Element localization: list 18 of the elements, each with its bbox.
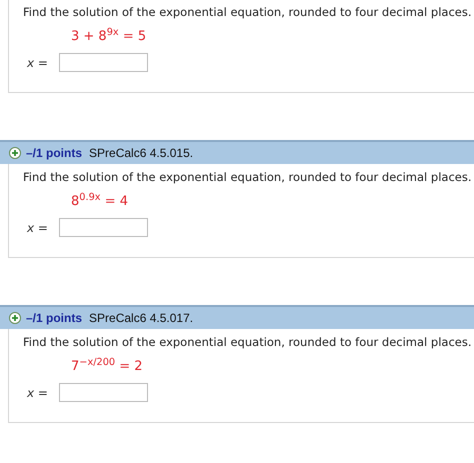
- equation: 8$^{0.9x}$ = 4: [71, 194, 128, 210]
- answer-label: x =: [27, 220, 49, 236]
- equation: 3 + 8$^{9x}$ = 5: [71, 29, 146, 45]
- plus-icon[interactable]: [9, 312, 21, 324]
- plus-icon[interactable]: [9, 147, 21, 159]
- answer-label: x =: [27, 384, 49, 402]
- answer-field[interactable]: [59, 53, 148, 72]
- points-label: –/1 points: [26, 145, 82, 162]
- question-text: Find the solution of the exponential equation, rounded to four decimal places.: [23, 169, 472, 186]
- equation: 7$^{−x/200}$ = 2: [71, 359, 143, 375]
- points-label: –/1 points: [26, 310, 82, 327]
- question-source: SPreCalc6 4.5.017.: [89, 310, 194, 327]
- question-text: Find the solution of the exponential equation, rounded to four decimal places.: [23, 334, 472, 351]
- question-source: SPreCalc6 4.5.015.: [89, 145, 194, 162]
- answer-field[interactable]: [59, 218, 148, 237]
- answer-label: x =: [27, 54, 49, 72]
- question-text: Find the solution of the exponential equation, rounded to four decimal places.: [23, 4, 472, 21]
- answer-field[interactable]: [59, 383, 148, 402]
